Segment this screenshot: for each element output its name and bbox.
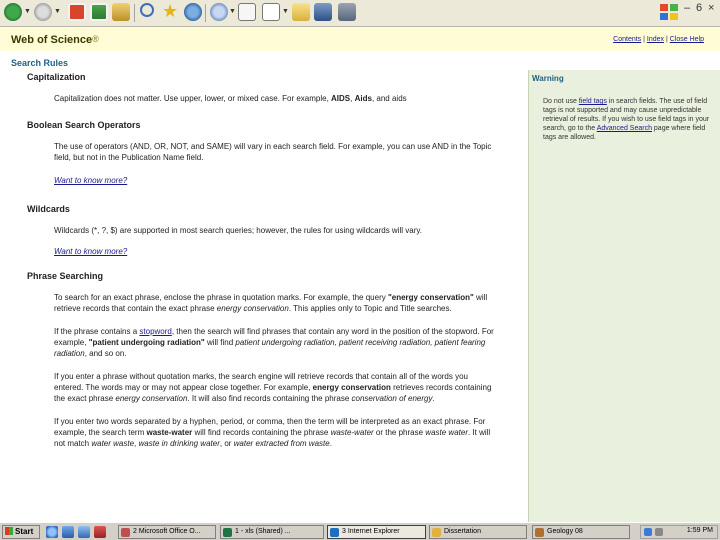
phrase-para-1: To search for an exact phrase, enclose t…	[54, 293, 488, 313]
phrase-para-2: If the phrase contains a stopword, then …	[54, 327, 494, 358]
boolean-heading: Boolean Search Operators	[27, 120, 141, 130]
chevron-down-icon[interactable]: ▼	[282, 8, 289, 15]
desktop-quicklaunch-icon[interactable]	[62, 526, 74, 538]
print-icon[interactable]	[238, 3, 256, 21]
task-button-ie[interactable]: 3 Internet Explorer	[327, 525, 426, 539]
brand-name: Web of Science	[11, 34, 93, 46]
ie-quicklaunch-icon[interactable]	[46, 526, 58, 538]
task-button-excel[interactable]: 1 - xls (Shared) ...	[220, 525, 324, 539]
close-button[interactable]: ×	[708, 2, 714, 14]
boolean-text: The use of operators (AND, OR, NOT, and …	[54, 142, 492, 162]
mail-icon[interactable]	[210, 3, 228, 21]
wildcards-more-link[interactable]: Want to know more?	[54, 246, 497, 257]
refresh-icon[interactable]	[90, 3, 108, 21]
header-links: Contents | Index | Close Help	[613, 36, 704, 43]
task-button-geology[interactable]: Geology 08	[532, 525, 630, 539]
task-icon	[330, 528, 339, 537]
task-icon	[535, 528, 544, 537]
forward-icon[interactable]	[34, 3, 52, 21]
chevron-down-icon[interactable]: ▼	[229, 8, 236, 15]
chevron-down-icon[interactable]: ▼	[54, 8, 61, 15]
help-content: Capitalization Capitalization does not m…	[27, 72, 497, 449]
messenger-icon[interactable]	[314, 3, 332, 21]
wildcards-heading: Wildcards	[27, 204, 70, 214]
start-button[interactable]: Start	[2, 525, 40, 539]
warning-title: Warning	[532, 74, 564, 83]
capitalization-text: Capitalization does not matter. Use uppe…	[54, 94, 407, 103]
contents-link[interactable]: Contents	[613, 36, 641, 43]
taskbar: Start 2 Microsoft Office O... 1 - xls (S…	[0, 522, 720, 540]
help-header: Web of Science® Contents | Index | Close…	[0, 27, 720, 51]
warning-sidebar: Warning Do not use field tags in search …	[528, 70, 720, 522]
stop-icon[interactable]	[68, 3, 86, 21]
brand-mark: ®	[92, 34, 99, 44]
capitalization-heading: Capitalization	[27, 72, 86, 82]
clock: 1:59 PM	[686, 527, 713, 534]
wildcards-text: Wildcards (*, ?, $) are supported in mos…	[54, 226, 423, 235]
task-button-dissertation[interactable]: Dissertation	[429, 525, 527, 539]
history-icon[interactable]	[184, 3, 202, 21]
browser-toolbar: ▼ ▼ ★ ▼ ▼ – 6 ×	[0, 0, 720, 27]
close-help-link[interactable]: Close Help	[670, 36, 704, 43]
index-link[interactable]: Index	[647, 36, 664, 43]
task-icon	[223, 528, 232, 537]
search-icon[interactable]	[140, 3, 154, 17]
chevron-down-icon[interactable]: ▼	[24, 8, 31, 15]
brand-logo: Web of Science®	[11, 34, 99, 46]
windows-flag-icon	[5, 527, 13, 535]
stopword-link[interactable]: stopword	[139, 327, 171, 336]
field-tags-link[interactable]: field tags	[579, 98, 607, 105]
folder-icon[interactable]	[292, 3, 310, 21]
home-icon[interactable]	[112, 3, 130, 21]
warning-text: Do not use field tags in search fields. …	[543, 98, 710, 141]
task-icon	[121, 528, 130, 537]
page-title: Search Rules	[11, 58, 69, 68]
task-icon	[432, 528, 441, 537]
minimize-button[interactable]: –	[684, 2, 690, 14]
restore-button[interactable]: 6	[696, 2, 702, 14]
windows-logo-icon	[660, 4, 678, 20]
edit-icon[interactable]	[262, 3, 280, 21]
media-quicklaunch-icon[interactable]	[78, 526, 90, 538]
app-quicklaunch-icon[interactable]	[94, 526, 106, 538]
research-icon[interactable]	[338, 3, 356, 21]
back-icon[interactable]	[4, 3, 22, 21]
phrase-para-3: If you enter a phrase without quotation …	[54, 372, 492, 403]
system-tray: 1:59 PM	[640, 525, 718, 539]
network-tray-icon[interactable]	[644, 528, 652, 536]
phrase-para-4: If you enter two words separated by a hy…	[54, 417, 491, 448]
favorites-icon[interactable]: ★	[162, 2, 180, 21]
volume-tray-icon[interactable]	[655, 528, 663, 536]
boolean-more-link[interactable]: Want to know more?	[54, 175, 497, 186]
phrase-heading: Phrase Searching	[27, 271, 104, 281]
advanced-search-link[interactable]: Advanced Search	[597, 125, 652, 132]
task-button-office[interactable]: 2 Microsoft Office O...	[118, 525, 216, 539]
